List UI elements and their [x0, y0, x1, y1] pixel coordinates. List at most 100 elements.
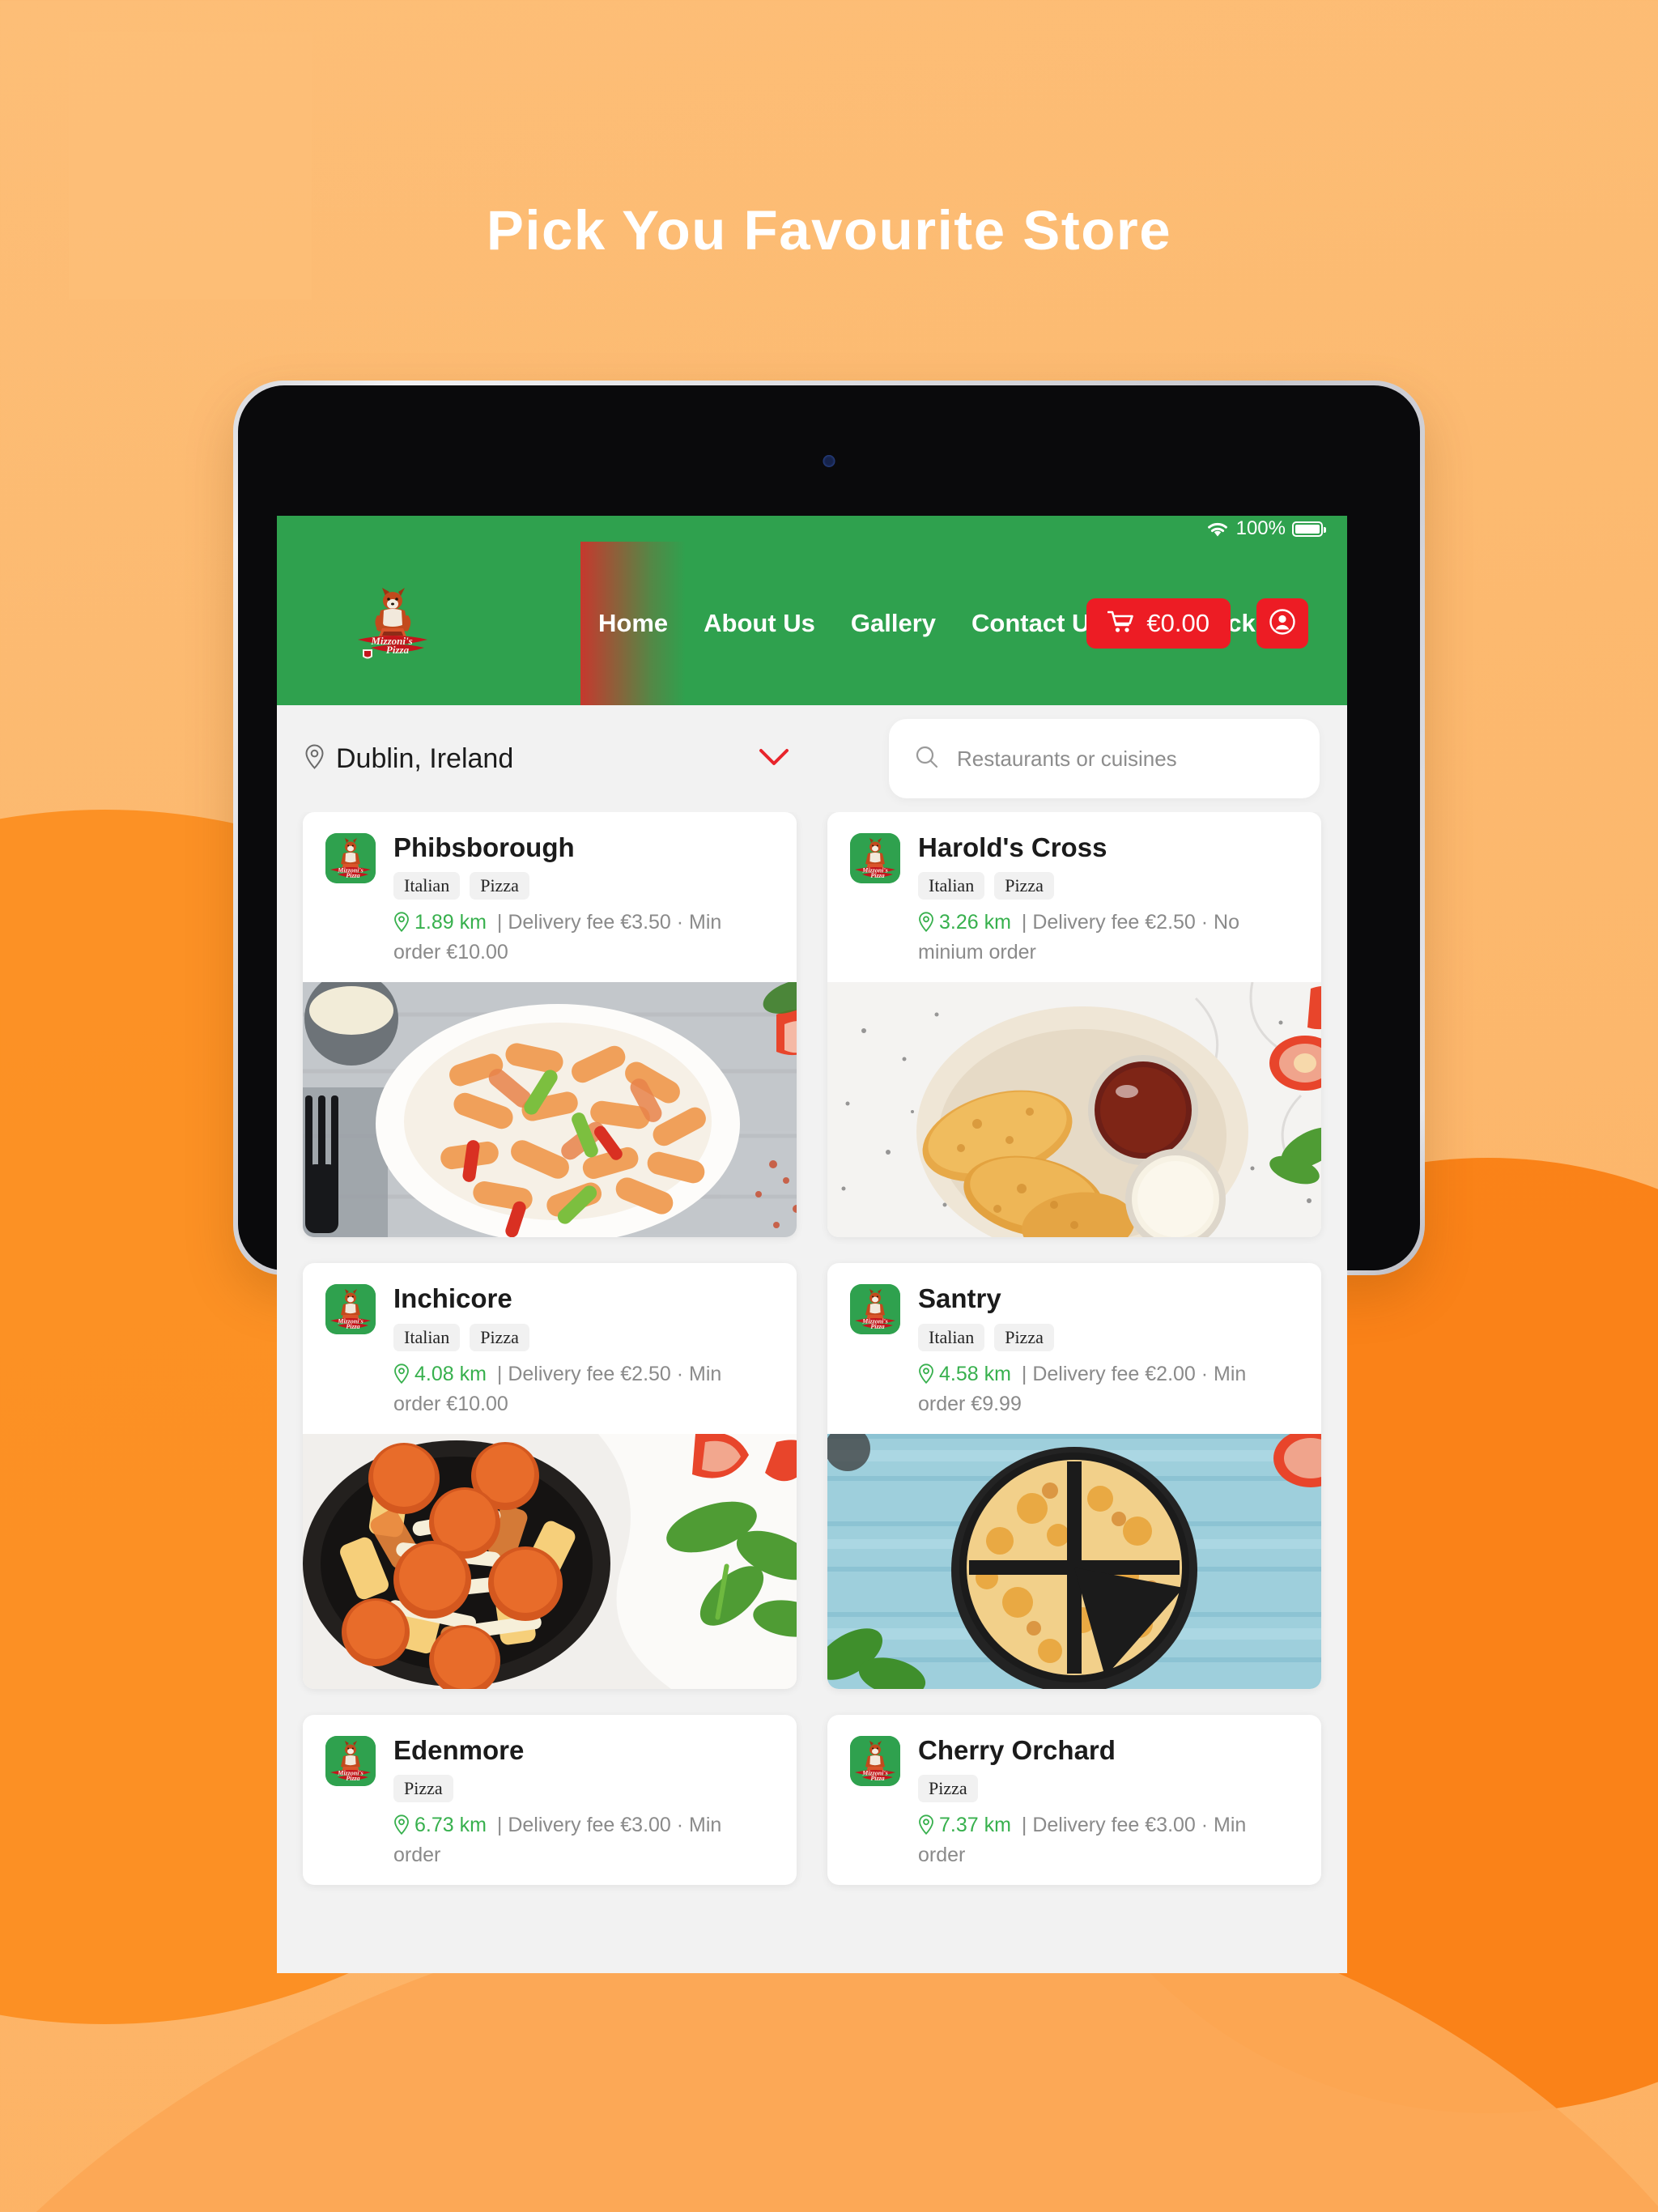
cart-button[interactable]: €0.00	[1086, 598, 1231, 649]
store-distance: 4.58 km	[939, 1362, 1011, 1385]
store-logo-icon: Mizzoni's Pizza	[850, 1284, 900, 1335]
location-label: Dublin, Ireland	[336, 742, 514, 774]
store-meta: 3.26 km | Delivery fee €2.50 · No minium…	[918, 909, 1299, 966]
sausage-skillet-photo	[303, 1433, 797, 1689]
store-tag: Pizza	[994, 1323, 1054, 1351]
store-card-header: Mizzoni's Pizza Harold's Cross Italian P…	[827, 812, 1321, 982]
map-pin-icon	[918, 1814, 934, 1842]
status-bar: 100%	[277, 516, 1347, 542]
app-screen: 100% Mizzoni's Pizza Home About Us Galle…	[277, 516, 1347, 1973]
store-card-info: Santry Italian Pizza 4.58 km | Delivery …	[918, 1283, 1299, 1418]
chicken-tenders-photo	[827, 982, 1321, 1238]
store-logo-icon: Mizzoni's Pizza	[325, 1735, 376, 1786]
store-tag: Pizza	[393, 1774, 453, 1802]
store-card-info: Phibsborough Italian Pizza 1.89 km | Del…	[393, 832, 774, 966]
store-distance: 1.89 km	[414, 911, 487, 934]
wifi-icon	[1205, 520, 1230, 538]
store-name: Inchicore	[393, 1283, 512, 1314]
store-tags: Italian Pizza	[918, 1323, 1299, 1351]
store-tag: Italian	[393, 1323, 461, 1351]
store-meta: 4.08 km | Delivery fee €2.50 · Min order…	[393, 1361, 774, 1418]
cheese-pizza-photo	[827, 1433, 1321, 1689]
store-distance: 6.73 km	[414, 1813, 487, 1836]
map-pin-icon	[393, 1363, 410, 1391]
svg-text:Pizza: Pizza	[346, 1323, 359, 1330]
store-tag: Pizza	[918, 1774, 978, 1802]
store-card-info: Edenmore Pizza 6.73 km | Delivery fee €3…	[393, 1734, 774, 1869]
mizzonis-pizza-logo[interactable]: Mizzoni's Pizza	[350, 581, 434, 666]
store-card[interactable]: Mizzoni's Pizza Cherry Orchard Pizza 7.3…	[827, 1714, 1321, 1885]
store-name: Harold's Cross	[918, 832, 1107, 862]
store-logo-icon: Mizzoni's Pizza	[850, 1735, 900, 1786]
store-distance: 7.37 km	[939, 1813, 1011, 1836]
page-title: Pick You Favourite Store	[486, 199, 1172, 262]
svg-text:Pizza: Pizza	[870, 1775, 884, 1782]
search-input[interactable]	[957, 746, 1294, 772]
nav-item-home[interactable]: Home	[580, 542, 687, 705]
battery-full-icon	[1292, 521, 1326, 537]
search-icon	[915, 745, 939, 773]
store-tag: Pizza	[470, 872, 529, 900]
store-card-info: Cherry Orchard Pizza 7.37 km | Delivery …	[918, 1734, 1299, 1869]
store-card[interactable]: Mizzoni's Pizza Phibsborough Italian Piz…	[303, 812, 797, 1238]
store-tag: Italian	[918, 872, 985, 900]
penne-pasta-photo	[303, 982, 797, 1238]
nav-actions: €0.00	[1086, 598, 1308, 649]
store-logo-icon: Mizzoni's Pizza	[325, 833, 376, 883]
front-camera-icon	[823, 455, 835, 467]
store-tags: Pizza	[918, 1774, 1299, 1802]
store-tags: Pizza	[393, 1774, 774, 1802]
svg-text:Pizza: Pizza	[346, 872, 359, 879]
svg-text:Pizza: Pizza	[870, 872, 884, 879]
filter-bar: Dublin, Ireland	[277, 705, 1347, 812]
store-tag: Pizza	[470, 1323, 529, 1351]
map-pin-icon	[918, 1363, 934, 1391]
map-pin-icon	[393, 912, 410, 939]
store-name: Edenmore	[393, 1734, 525, 1765]
store-card-header: Mizzoni's Pizza Inchicore Italian Pizza	[303, 1263, 797, 1433]
store-card[interactable]: Mizzoni's Pizza Santry Italian Pizza 4.5…	[827, 1263, 1321, 1689]
store-card[interactable]: Mizzoni's Pizza Inchicore Italian Pizza	[303, 1263, 797, 1689]
search-box[interactable]	[889, 719, 1320, 798]
store-tag: Pizza	[994, 872, 1054, 900]
store-meta: 7.37 km | Delivery fee €3.00 · Min order	[918, 1812, 1299, 1869]
svg-text:Pizza: Pizza	[386, 644, 410, 656]
account-button[interactable]	[1256, 598, 1308, 649]
user-circle-icon	[1269, 608, 1296, 640]
store-tags: Italian Pizza	[393, 872, 774, 900]
store-name: Phibsborough	[393, 832, 575, 862]
store-card-info: Harold's Cross Italian Pizza 3.26 km | D…	[918, 832, 1299, 966]
map-pin-icon	[304, 744, 325, 773]
nav-item-gallery[interactable]: Gallery	[833, 542, 954, 705]
chevron-down-icon[interactable]	[759, 747, 789, 771]
store-card-header: Mizzoni's Pizza Phibsborough Italian Piz…	[303, 812, 797, 982]
store-distance: 3.26 km	[939, 911, 1011, 934]
store-tag: Italian	[918, 1323, 985, 1351]
store-tags: Italian Pizza	[393, 1323, 774, 1351]
nav-item-about-us[interactable]: About Us	[686, 542, 833, 705]
store-name: Santry	[918, 1283, 1001, 1314]
map-pin-icon	[918, 912, 934, 939]
store-logo-icon: Mizzoni's Pizza	[325, 1284, 376, 1335]
store-meta: 6.73 km | Delivery fee €3.00 · Min order	[393, 1812, 774, 1869]
store-card-header: Mizzoni's Pizza Cherry Orchard Pizza 7.3…	[827, 1715, 1321, 1885]
shopping-cart-icon	[1107, 610, 1134, 638]
location-picker[interactable]: Dublin, Ireland	[304, 743, 513, 775]
store-card-header: Mizzoni's Pizza Santry Italian Pizza 4.5…	[827, 1263, 1321, 1433]
map-pin-icon	[393, 1814, 410, 1842]
store-distance: 4.08 km	[414, 1362, 487, 1385]
store-tag: Italian	[393, 872, 461, 900]
store-card[interactable]: Mizzoni's Pizza Edenmore Pizza 6.73 km |…	[303, 1714, 797, 1885]
store-name: Cherry Orchard	[918, 1734, 1116, 1765]
store-grid: Mizzoni's Pizza Phibsborough Italian Piz…	[277, 812, 1347, 1911]
cart-amount-label: €0.00	[1146, 609, 1209, 637]
store-meta: 1.89 km | Delivery fee €3.50 · Min order…	[393, 909, 774, 966]
battery-percent-label: 100%	[1235, 517, 1286, 539]
store-tags: Italian Pizza	[918, 872, 1299, 900]
svg-text:Pizza: Pizza	[870, 1323, 884, 1330]
store-meta: 4.58 km | Delivery fee €2.00 · Min order…	[918, 1361, 1299, 1418]
svg-text:Pizza: Pizza	[346, 1775, 359, 1782]
store-card-header: Mizzoni's Pizza Edenmore Pizza 6.73 km |…	[303, 1715, 797, 1885]
store-card-info: Inchicore Italian Pizza 4.08 km | Delive…	[393, 1283, 774, 1418]
store-card[interactable]: Mizzoni's Pizza Harold's Cross Italian P…	[827, 812, 1321, 1238]
